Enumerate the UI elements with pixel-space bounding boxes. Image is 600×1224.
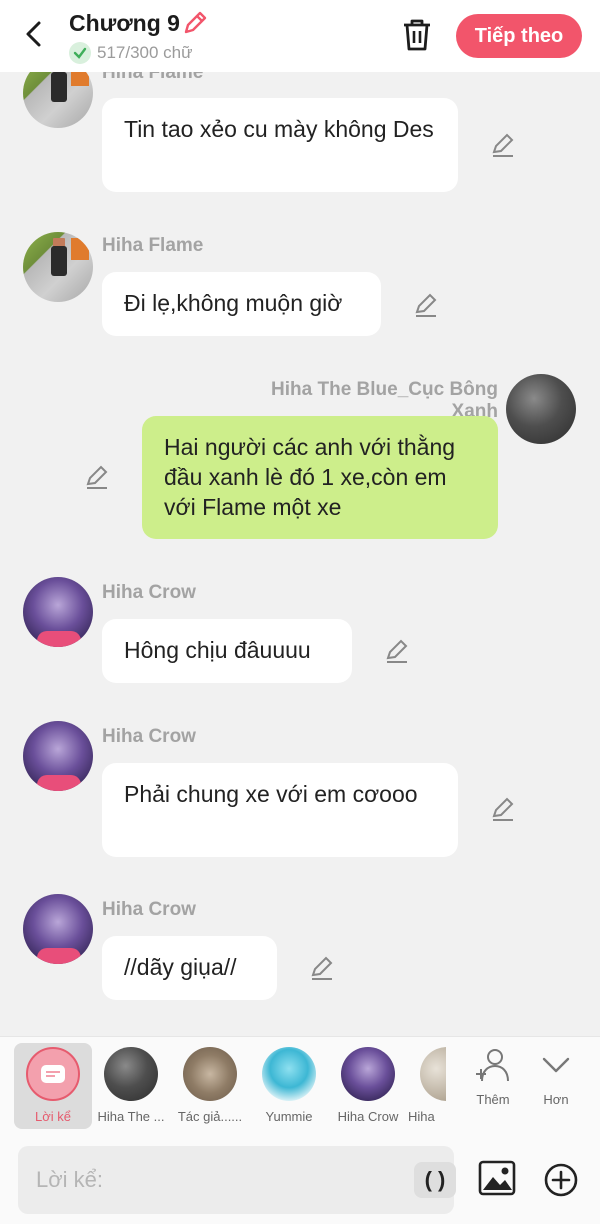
message-bubble[interactable]: //dãy giụa// xyxy=(102,936,277,1000)
avatar xyxy=(420,1047,446,1101)
trash-icon[interactable] xyxy=(400,17,434,53)
sender-name: Hiha Flame xyxy=(102,235,204,256)
edit-pencil-icon[interactable] xyxy=(490,132,516,158)
top-bar: Chương 9 517/300 chữ Tiếp theo xyxy=(0,0,600,72)
char-count: 517/300 chữ xyxy=(97,43,193,62)
parentheses-button[interactable]: ( ) xyxy=(414,1162,456,1198)
character-name: Tác giả...... xyxy=(177,1109,243,1124)
next-button[interactable]: Tiếp theo xyxy=(456,14,582,58)
sender-name: Hiha Crow xyxy=(102,899,196,920)
edit-pencil-icon[interactable] xyxy=(84,464,110,490)
more-label: Thêm xyxy=(476,1092,510,1107)
chevron-down-icon xyxy=(542,1057,570,1073)
narration-input[interactable] xyxy=(36,1164,396,1196)
avatar[interactable] xyxy=(23,232,93,302)
character-selector-bar: Lời kể Hiha The ... Tác giả...... Yummie… xyxy=(0,1036,600,1136)
avatar[interactable] xyxy=(23,721,93,791)
avatar xyxy=(341,1047,395,1101)
avatar xyxy=(262,1047,316,1101)
collapse-button[interactable]: Hơn xyxy=(526,1047,586,1107)
narration-icon xyxy=(26,1047,80,1101)
sender-name: Hiha Crow xyxy=(102,726,196,747)
less-label: Hơn xyxy=(543,1092,569,1107)
char-count-row: 517/300 chữ xyxy=(69,42,193,64)
add-circle-icon[interactable] xyxy=(543,1162,579,1198)
avatar[interactable] xyxy=(23,577,93,647)
character-name: Hiha xyxy=(408,1109,435,1124)
character-hiha-crow[interactable]: Hiha Crow xyxy=(329,1043,407,1129)
edit-pencil-icon[interactable] xyxy=(384,638,410,664)
input-bar: ( ) xyxy=(0,1136,600,1224)
message-bubble[interactable]: Tin tao xẻo cu mày không Des xyxy=(102,98,458,192)
edit-title-icon[interactable] xyxy=(182,10,208,36)
avatar[interactable] xyxy=(23,894,93,964)
add-character-button[interactable]: Thêm xyxy=(463,1047,523,1107)
avatar[interactable] xyxy=(506,374,576,444)
character-name: Hiha The ... xyxy=(97,1109,165,1124)
message-bubble[interactable]: Đi lẹ,không muộn giờ xyxy=(102,272,381,336)
avatar xyxy=(104,1047,158,1101)
character-narrator[interactable]: Lời kể xyxy=(14,1043,92,1129)
character-hiha[interactable]: Hiha xyxy=(408,1043,446,1129)
edit-pencil-icon[interactable] xyxy=(309,955,335,981)
message-bubble[interactable]: Hai người các anh với thằng đầu xanh lè … xyxy=(142,416,498,539)
message-bubble[interactable]: Hông chịu đâuuuu xyxy=(102,619,352,683)
character-name: Yummie xyxy=(265,1109,313,1124)
back-arrow-icon[interactable] xyxy=(18,18,50,50)
check-icon xyxy=(69,42,91,64)
character-name: Hiha Crow xyxy=(337,1109,399,1124)
character-yummie[interactable]: Yummie xyxy=(250,1043,328,1129)
character-hiha-the-blue[interactable]: Hiha The ... xyxy=(92,1043,170,1129)
add-user-icon xyxy=(476,1049,509,1082)
message-input-box: ( ) xyxy=(18,1146,456,1214)
edit-pencil-icon[interactable] xyxy=(413,292,439,318)
image-icon[interactable] xyxy=(478,1160,516,1196)
character-name: Lời kể xyxy=(35,1109,71,1124)
character-author[interactable]: Tác giả...... xyxy=(171,1043,249,1129)
edit-pencil-icon[interactable] xyxy=(490,796,516,822)
sender-name: Hiha Crow xyxy=(102,582,196,603)
chapter-title[interactable]: Chương 9 xyxy=(69,10,180,37)
message-bubble[interactable]: Phải chung xe với em cơooo xyxy=(102,763,458,857)
avatar xyxy=(183,1047,237,1101)
